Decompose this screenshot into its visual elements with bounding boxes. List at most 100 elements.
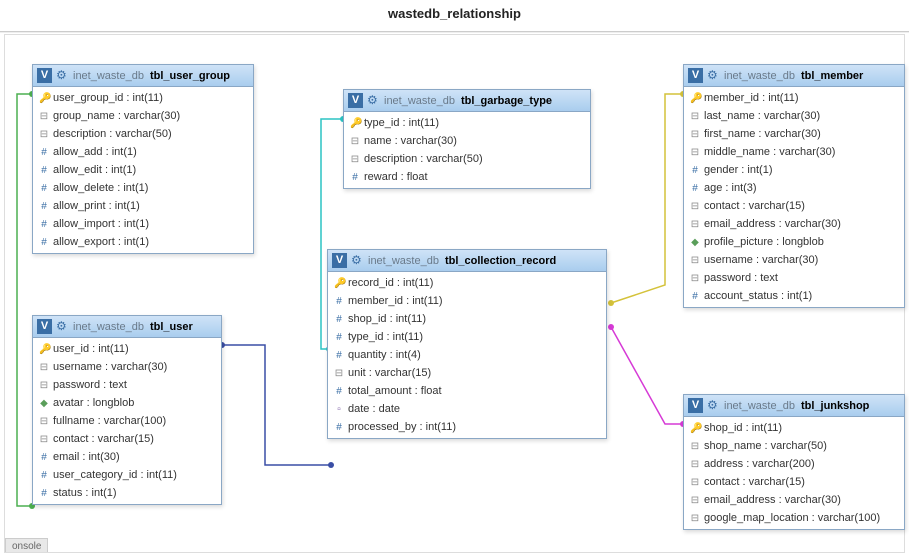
column-label: allow_export : int(1) — [53, 236, 149, 248]
text-icon: ⊟ — [690, 219, 700, 230]
column-row[interactable]: ⊟fullname : varchar(100) — [33, 412, 221, 430]
table-user[interactable]: V⚙inet_waste_dbtbl_user 🔑user_id : int(11… — [32, 315, 222, 505]
column-row[interactable]: ⊟password : text — [684, 269, 904, 287]
column-row[interactable]: ⊟email_address : varchar(30) — [684, 491, 904, 509]
hash-icon: # — [690, 183, 700, 194]
hash-icon: # — [39, 488, 49, 499]
column-row[interactable]: ⊟description : varchar(50) — [344, 150, 590, 168]
column-label: username : varchar(30) — [53, 361, 167, 373]
column-label: record_id : int(11) — [348, 277, 433, 289]
blob-icon: ◆ — [39, 398, 49, 409]
column-row[interactable]: ◆ avatar : longblob — [33, 394, 221, 412]
column-row[interactable]: ⊟group_name : varchar(30) — [33, 107, 253, 125]
table-user_group[interactable]: V⚙inet_waste_dbtbl_user_group 🔑user_group… — [32, 64, 254, 254]
column-row[interactable]: #allow_print : int(1) — [33, 197, 253, 215]
column-label: contact : varchar(15) — [704, 476, 805, 488]
table-header[interactable]: V⚙inet_waste_dbtbl_user — [33, 316, 221, 338]
gear-icon[interactable]: ⚙ — [56, 320, 69, 333]
column-row[interactable]: ⊟name : varchar(30) — [344, 132, 590, 150]
gear-icon[interactable]: ⚙ — [367, 94, 380, 107]
column-row[interactable]: 🔑shop_id : int(11) — [684, 419, 904, 437]
column-row[interactable]: 🔑user_group_id : int(11) — [33, 89, 253, 107]
gear-icon[interactable]: ⚙ — [351, 254, 364, 267]
column-row[interactable]: #quantity : int(4) — [328, 346, 606, 364]
db-name-label: inet_waste_db — [724, 70, 795, 82]
column-row[interactable]: ◆profile_picture : longblob — [684, 233, 904, 251]
column-row[interactable]: #member_id : int(11) — [328, 292, 606, 310]
column-row[interactable]: ⊟password : text — [33, 376, 221, 394]
column-row[interactable]: #user_category_id : int(11) — [33, 466, 221, 484]
view-badge-icon: V — [332, 253, 347, 268]
column-label: allow_edit : int(1) — [53, 164, 136, 176]
column-row[interactable]: ⊟contact : varchar(15) — [684, 197, 904, 215]
column-row[interactable]: #age : int(3) — [684, 179, 904, 197]
console-tab[interactable]: onsole — [5, 538, 48, 552]
column-row[interactable]: #allow_import : int(1) — [33, 215, 253, 233]
column-row[interactable]: 🔑record_id : int(11) — [328, 274, 606, 292]
column-label: avatar : longblob — [53, 397, 134, 409]
column-row[interactable]: ⊟google_map_location : varchar(100) — [684, 509, 904, 527]
gear-icon[interactable]: ⚙ — [707, 69, 720, 82]
column-label: unit : varchar(15) — [348, 367, 431, 379]
hash-icon: # — [39, 147, 49, 158]
table-junkshop[interactable]: V⚙inet_waste_dbtbl_junkshop🔑shop_id : in… — [683, 394, 905, 530]
column-row[interactable]: #status : int(1) — [33, 484, 221, 502]
column-row[interactable]: #shop_id : int(11) — [328, 310, 606, 328]
table-header[interactable]: V⚙inet_waste_dbtbl_member — [684, 65, 904, 87]
column-row[interactable]: ⊟username : varchar(30) — [33, 358, 221, 376]
table-name-label: tbl_user — [150, 321, 193, 333]
table-name-label: tbl_garbage_type — [461, 95, 552, 107]
column-row[interactable]: #processed_by : int(11) — [328, 418, 606, 436]
column-row[interactable]: 🔑type_id : int(11) — [344, 114, 590, 132]
hash-icon: # — [690, 291, 700, 302]
column-row[interactable]: ⊟last_name : varchar(30) — [684, 107, 904, 125]
column-row[interactable]: ⊟unit : varchar(15) — [328, 364, 606, 382]
column-row[interactable]: # allow_edit : int(1) — [33, 161, 253, 179]
table-member[interactable]: V⚙inet_waste_dbtbl_member🔑member_id : in… — [683, 64, 905, 308]
column-row[interactable]: 🔑member_id : int(11) — [684, 89, 904, 107]
column-label: username : varchar(30) — [704, 254, 818, 266]
column-row[interactable]: 🔑user_id : int(11) — [33, 340, 221, 358]
column-row[interactable]: ⊟contact : varchar(15) — [33, 430, 221, 448]
table-garbage_type[interactable]: V⚙inet_waste_dbtbl_garbage_type🔑type_id … — [343, 89, 591, 189]
table-header[interactable]: V⚙inet_waste_dbtbl_junkshop — [684, 395, 904, 417]
hash-icon: # — [39, 165, 49, 176]
table-header[interactable]: V⚙inet_waste_dbtbl_user_group — [33, 65, 253, 87]
column-row[interactable]: #allow_delete : int(1) — [33, 179, 253, 197]
table-header[interactable]: V⚙inet_waste_dbtbl_garbage_type — [344, 90, 590, 112]
column-row[interactable]: #type_id : int(11) — [328, 328, 606, 346]
gear-icon[interactable]: ⚙ — [707, 399, 720, 412]
column-row[interactable]: #allow_add : int(1) — [33, 143, 253, 161]
column-row[interactable]: ⊟ email_address : varchar(30) — [684, 215, 904, 233]
view-badge-icon: V — [348, 93, 363, 108]
view-badge-icon: V — [688, 398, 703, 413]
table-collection_record[interactable]: V⚙inet_waste_dbtbl_collection_record🔑rec… — [327, 249, 607, 439]
column-label: email_address : varchar(30) — [704, 218, 841, 230]
column-row[interactable]: ⊟contact : varchar(15) — [684, 473, 904, 491]
column-row[interactable]: #total_amount : float — [328, 382, 606, 400]
table-name-label: tbl_collection_record — [445, 255, 556, 267]
column-row[interactable]: #email : int(30) — [33, 448, 221, 466]
column-row[interactable]: ⊟middle_name : varchar(30) — [684, 143, 904, 161]
key-icon: 🔑 — [690, 93, 700, 104]
column-row[interactable]: #account_status : int(1) — [684, 287, 904, 305]
column-label: first_name : varchar(30) — [704, 128, 821, 140]
column-row[interactable]: ⊟first_name : varchar(30) — [684, 125, 904, 143]
diagram-canvas[interactable]: V⚙inet_waste_dbtbl_user_group🔑user_group… — [4, 34, 905, 553]
column-row[interactable]: #gender : int(1) — [684, 161, 904, 179]
hash-icon: # — [334, 296, 344, 307]
column-row[interactable]: ⊟description : varchar(50) — [33, 125, 253, 143]
column-row[interactable]: ⊟address : varchar(200) — [684, 455, 904, 473]
table-name-label: tbl_user_group — [150, 70, 230, 82]
text-icon: ⊟ — [39, 380, 49, 391]
text-icon: ⊟ — [690, 273, 700, 284]
db-name-label: inet_waste_db — [724, 400, 795, 412]
table-header[interactable]: V⚙inet_waste_dbtbl_collection_record — [328, 250, 606, 272]
key-icon: 🔑 — [39, 344, 49, 355]
column-row[interactable]: ▫date : date — [328, 400, 606, 418]
column-row[interactable]: #reward : float — [344, 168, 590, 186]
gear-icon[interactable]: ⚙ — [56, 69, 69, 82]
column-row[interactable]: ⊟shop_name : varchar(50) — [684, 437, 904, 455]
column-row[interactable]: #allow_export : int(1) — [33, 233, 253, 251]
column-row[interactable]: ⊟username : varchar(30) — [684, 251, 904, 269]
